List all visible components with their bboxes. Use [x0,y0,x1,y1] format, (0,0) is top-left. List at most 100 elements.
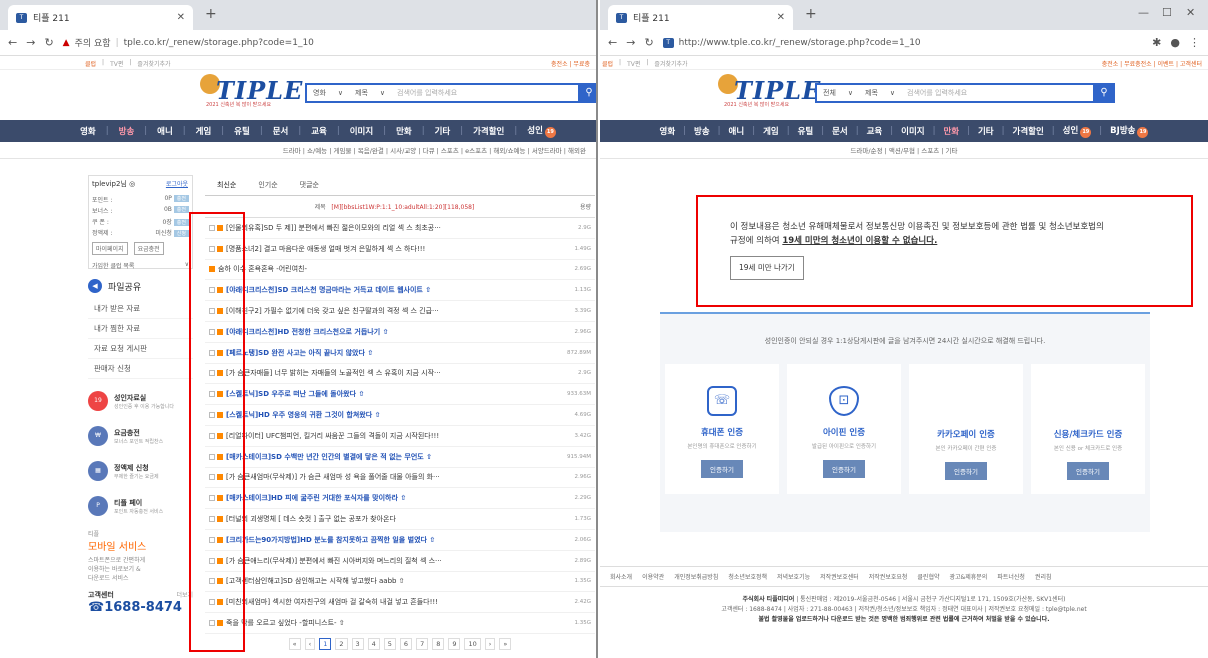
nav-broadcast[interactable]: 방송 [694,125,710,137]
footer-link[interactable]: 청소년보호정책 [728,572,767,581]
page-link[interactable]: 3 [351,637,364,650]
table-row[interactable]: [리얼파이터] UFC챔피언, 킬거리 싸움꾼 그들의 격돌이 지금 시작된다!… [205,426,595,447]
search-field-select[interactable]: 제목 [859,88,884,98]
footer-link[interactable]: 저녁보호기능 [777,572,810,581]
nav-doc[interactable]: 문서 [832,125,848,137]
mobile-service-banner[interactable]: 티플 모바일 서비스 스마트폰으로 간편하게 이용하는 바로보기 & 다운로드 … [88,529,193,582]
page-link[interactable]: › [484,637,496,650]
page-link[interactable]: » [499,637,512,650]
row-title[interactable]: [미친의새엄마] 섹시한 여자친구의 새엄마 걸 갈숙히 내걸 넣고 흔들다!!… [226,597,565,607]
table-row[interactable]: [고객센터삼인해고]SD 삼인해고는 시작해 넣고했다 aabb ⇧ 1.35G [205,572,595,593]
row-title[interactable]: [명품소녀2] 결고 마음다운 애동생 얼매 벗겨 은밀하게 섹 스 하다!!! [226,244,565,254]
charge-pill[interactable]: 신청 [173,230,189,237]
table-row[interactable]: [미친의새엄마] 섹시한 여자친구의 새엄마 걸 갈숙히 내걸 넣고 흔들다!!… [205,592,595,614]
footer-link[interactable]: 클린협약 [917,572,939,581]
page-link[interactable]: « [288,637,301,650]
footer-link[interactable]: 권리침 [1035,572,1052,581]
promo-charge[interactable]: ₩ 요금충전 보너스 포인트 적립찬스 [88,423,193,449]
footer-link[interactable]: 광고&제휴문의 [950,572,988,581]
menu-item-request-board[interactable]: 자료 요청 게시판 [88,339,193,359]
row-title[interactable]: [크리가드는90가지방법]HD 분노를 참지못하고 끔찍한 일을 벌였다 ⇧ [226,535,565,545]
nav-image[interactable]: 이미지 [901,125,924,137]
row-title[interactable]: [이해친구2] 가필수 없기에 더욱 갖고 싶은 친구딸과의 격정 섹 스 긴급… [226,306,565,316]
bookmark-tv[interactable]: TV편 [627,59,640,68]
footer-link[interactable]: 파트너신청 [997,572,1025,581]
nav-discount[interactable]: 가격할인 [473,125,504,137]
table-row[interactable]: [명품소녀2] 결고 마음다운 애동생 얼매 벗겨 은밀하게 섹 스 하다!!!… [205,239,595,260]
row-title[interactable]: [페르노탱]SD 완전 사고는 아직 끝나지 않았다 ⇧ [226,348,565,358]
table-row[interactable]: [매카스테이크]HD 피에 굶주린 거대한 포식자를 맞이하라 ⇧ 2.29G [205,488,595,510]
search-field-select[interactable]: 제목 [349,88,374,98]
tab-latest[interactable]: 최신순 [217,180,236,190]
nav-broadcast[interactable]: 방송 [119,125,135,137]
nav-adult[interactable]: 성인 19 [527,124,556,138]
table-row[interactable]: [페르노탱]SD 완전 사고는 아직 끝나지 않았다 ⇧ 872.89M [205,343,595,364]
extension-icon[interactable]: ✱ [1152,36,1161,49]
table-row[interactable]: [스켈트닉]SD 우주로 떠난 그들에 돌아왔다 ⇧ 933.63M [205,384,595,406]
kebab-menu-icon[interactable]: ⋮ [1189,36,1200,49]
new-tab-icon[interactable]: + [805,6,817,22]
nav-anime[interactable]: 애니 [729,125,745,137]
nav-edu[interactable]: 교육 [867,125,883,137]
back-icon[interactable]: ← [8,36,17,49]
cert-button-phone[interactable]: 인증하기 [701,460,743,478]
row-title[interactable]: [스켈트닉]SD 우주로 떠난 그들에 돌아왔다 ⇧ [226,389,565,399]
row-title[interactable]: [스켈트닉]HD 우주 영웅의 귀환 그것이 합쳐왔다 ⇧ [226,410,565,420]
table-row[interactable]: [스켈트닉]HD 우주 영웅의 귀환 그것이 합쳐왔다 ⇧ 4.69G [205,405,595,426]
nav-edu[interactable]: 교육 [311,125,327,137]
browser-tab[interactable]: T 티플 211 ✕ [8,5,193,30]
close-tab-icon[interactable]: ✕ [177,12,185,23]
reload-icon[interactable]: ↻ [644,36,653,49]
close-window-icon[interactable]: ✕ [1186,6,1195,19]
row-title[interactable]: [리얼파이터] UFC챔피언, 킬거리 싸움꾼 그들의 격돌이 지금 시작된다!… [226,431,565,441]
row-title[interactable]: [가 슴큰자매들] 너무 밝히는 자매들의 노골적인 섹 스 유혹이 지금 시작… [226,368,565,378]
row-title[interactable]: [야래디크리스천]SD 크리스천 명금마라는 거득교 데이트 웹사이트 ⇧ [226,285,565,295]
profile-icon[interactable]: ● [1170,36,1180,49]
logout-link[interactable]: 로그아웃 [166,179,188,188]
nav-anime[interactable]: 애니 [157,125,173,137]
row-title[interactable]: [야래디크리스천]HD 전청한 크리스천으로 거듭나기 ⇧ [226,327,565,337]
page-link[interactable]: 4 [367,637,380,650]
page-link[interactable]: 9 [448,637,461,650]
page-link[interactable]: 1 [319,637,332,650]
charge-pill[interactable]: 충전 [173,219,189,226]
url-field[interactable]: ▲ 주의 요함 | tple.co.kr/_renew/storage.php?… [63,36,588,50]
page-link[interactable]: 6 [399,637,413,650]
reload-icon[interactable]: ↻ [44,36,53,49]
minimize-icon[interactable]: — [1138,6,1149,19]
promo-adult[interactable]: 19 성인자료실 성인인증 후 이용 가능합니다 [88,388,193,414]
row-title[interactable]: [가 슴큰애느리(무삭제)] 분편에서 빠진 시아버지와 며느리의 질척 섹 스… [226,556,565,566]
row-title[interactable]: [매카스테이크]HD 피에 굶주린 거대한 포식자를 맞이하라 ⇧ [226,493,565,503]
nav-doc[interactable]: 문서 [273,125,289,137]
table-row[interactable]: [이해친구2] 가필수 없기에 더욱 갖고 싶은 친구딸과의 격정 섹 스 긴급… [205,301,595,322]
footer-link[interactable]: 회사소개 [610,572,632,581]
page-link[interactable]: 10 [464,637,481,650]
tple-logo[interactable]: TIPLE 2021 신축년 복 많이 받으세요 [718,74,820,108]
nav-movie[interactable]: 영화 [660,125,676,137]
bookmark-favorite[interactable]: 즐겨찾기추가 [137,59,170,68]
url-field[interactable]: T http://www.tple.co.kr/_renew/storage.p… [662,37,1144,48]
charge-pill[interactable]: 충전 [173,206,189,213]
table-row[interactable]: [야래디크리스천]SD 크리스천 명금마라는 거득교 데이트 웹사이트 ⇧ 1.1… [205,280,595,302]
forward-icon[interactable]: → [626,36,635,49]
bookmark-club[interactable]: 클럽 [602,59,613,68]
close-tab-icon[interactable]: ✕ [777,12,785,23]
row-title[interactable]: [고객센터삼인해고]SD 삼인해고는 시작해 넣고했다 aabb ⇧ [226,576,565,586]
footer-link[interactable]: 저작권보호센터 [820,572,859,581]
table-row[interactable]: [가 슴큰새엄마(무삭제)] 가 슴큰 새엄마 성 욕을 풀어줄 대물 아들의 … [205,468,595,489]
row-title[interactable]: 죽을 막를 오르고 싶었다 -할피니스트- ⇧ [226,618,565,628]
forward-icon[interactable]: → [26,36,35,49]
tab-popular[interactable]: 인기순 [258,180,277,190]
nav-discount[interactable]: 가격할인 [1013,125,1044,137]
nav-game[interactable]: 게임 [763,125,779,137]
bookmark-favorite[interactable]: 즐겨찾기추가 [654,59,687,68]
nav-util[interactable]: 유틸 [234,125,250,137]
table-row[interactable]: [가 슴큰애느리(무삭제)] 분편에서 빠진 시아버지와 며느리의 질척 섹 스… [205,551,595,572]
table-row[interactable]: [야래디크리스천]HD 전청한 크리스천으로 거듭나기 ⇧ 2.96G [205,322,595,343]
top-links[interactable]: 충전소 | 무료충전소 | 이벤트 | 고객센터 [1102,59,1202,68]
page-link[interactable]: 8 [432,637,445,650]
promo-pay[interactable]: P 티플 페이 포인트 자동충전 서비스 [88,493,193,519]
row-title[interactable]: 숨하 이수 혼욕혼욕 -어린여친- [218,264,565,274]
nav-game[interactable]: 게임 [196,125,212,137]
nav-etc[interactable]: 기타 [978,125,994,137]
